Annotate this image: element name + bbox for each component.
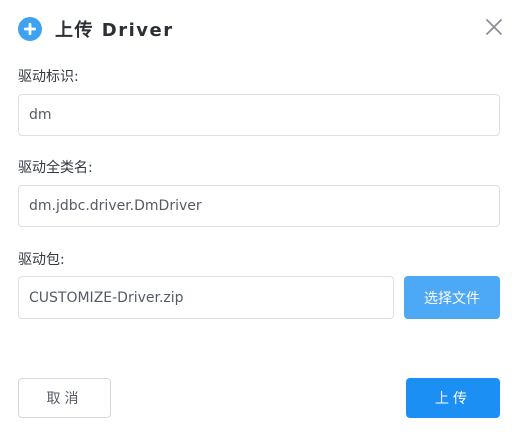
upload-driver-dialog: 上传 Driver 驱动标识: 驱动全类名: 驱动包: 选择文件 取消 上传: [0, 0, 519, 434]
cancel-button[interactable]: 取消: [18, 378, 111, 418]
dialog-title: 上传 Driver: [55, 20, 174, 41]
choose-file-button[interactable]: 选择文件: [404, 276, 500, 319]
plus-circle-icon: [18, 17, 42, 41]
driver-class-input[interactable]: [18, 185, 500, 227]
driver-class-label: 驱动全类名:: [18, 160, 93, 176]
dialog-header: 上传 Driver: [18, 14, 174, 44]
upload-button[interactable]: 上传: [406, 378, 500, 418]
close-icon[interactable]: [484, 17, 504, 37]
driver-package-filename[interactable]: [18, 276, 394, 319]
driver-id-label: 驱动标识:: [18, 69, 79, 85]
driver-id-input[interactable]: [18, 94, 500, 136]
driver-package-label: 驱动包:: [18, 252, 65, 268]
